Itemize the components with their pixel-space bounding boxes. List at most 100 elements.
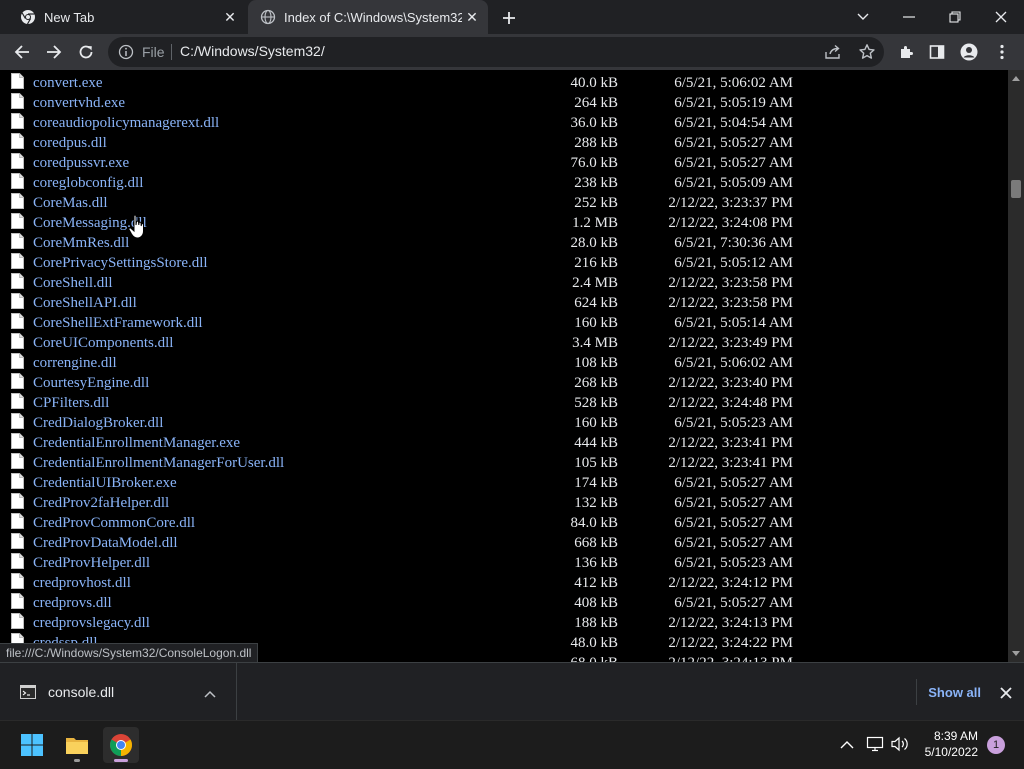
scrollbar-thumb[interactable] xyxy=(1011,180,1021,198)
file-explorer-icon[interactable] xyxy=(59,727,95,763)
show-all-downloads-button[interactable]: Show all xyxy=(916,679,981,705)
tab-index-system32[interactable]: Index of C:\Windows\System32\ ✕ xyxy=(248,0,488,34)
active-indicator xyxy=(114,759,128,762)
file-date-modified: 6/5/21, 7:30:36 AM xyxy=(674,235,793,251)
file-date-modified: 6/5/21, 5:05:14 AM xyxy=(674,315,793,331)
file-link[interactable]: CredProvDataModel.dll xyxy=(33,535,178,552)
notification-badge[interactable]: 1 xyxy=(987,736,1005,754)
file-link[interactable]: CredentialUIBroker.exe xyxy=(33,475,177,492)
file-date-modified: 6/5/21, 5:05:19 AM xyxy=(674,95,793,111)
new-tab-button[interactable] xyxy=(498,7,520,29)
file-link[interactable]: CredProvCommonCore.dll xyxy=(33,515,195,532)
file-link[interactable]: CPFilters.dll xyxy=(33,395,109,412)
file-link[interactable]: CoreMas.dll xyxy=(33,195,108,212)
file-link[interactable]: CoreUIComponents.dll xyxy=(33,335,173,352)
info-icon[interactable] xyxy=(118,44,134,60)
file-icon xyxy=(11,373,24,389)
file-link[interactable]: CredDialogBroker.dll xyxy=(33,415,163,432)
file-row: CPFilters.dll 528 kB 2/12/22, 3:24:48 PM xyxy=(0,393,1008,413)
file-link[interactable]: coredpussvr.exe xyxy=(33,155,129,172)
address-bar[interactable]: File C:/Windows/System32/ xyxy=(108,37,884,67)
file-link[interactable]: CredProv2faHelper.dll xyxy=(33,495,169,512)
url-text[interactable]: C:/Windows/System32/ xyxy=(180,43,325,59)
share-icon[interactable] xyxy=(824,44,842,65)
file-date-modified: 2/12/22, 3:23:58 PM xyxy=(668,275,793,291)
file-link[interactable]: coreaudiopolicymanagerext.dll xyxy=(33,115,219,132)
file-size: 76.0 kB xyxy=(570,155,618,171)
forward-button[interactable] xyxy=(40,38,68,66)
file-date-modified: 2/12/22, 3:24:22 PM xyxy=(668,635,793,651)
file-date-modified: 2/12/22, 3:24:12 PM xyxy=(668,575,793,591)
close-tab-icon[interactable]: ✕ xyxy=(462,7,482,27)
chevron-up-tray-icon[interactable] xyxy=(840,737,854,755)
file-link[interactable]: credprovslegacy.dll xyxy=(33,615,150,632)
file-link[interactable]: CorePrivacySettingsStore.dll xyxy=(33,255,208,272)
file-size: 136 kB xyxy=(574,555,618,571)
file-icon xyxy=(11,533,24,549)
file-link[interactable]: CourtesyEngine.dll xyxy=(33,375,149,392)
file-link[interactable]: CredentialEnrollmentManagerForUser.dll xyxy=(33,455,284,472)
volume-icon[interactable] xyxy=(891,736,909,757)
file-link[interactable]: coreglobconfig.dll xyxy=(33,175,143,192)
file-size: 528 kB xyxy=(574,395,618,411)
file-link[interactable]: CoreShell.dll xyxy=(33,275,113,292)
back-button[interactable] xyxy=(8,38,36,66)
file-link[interactable]: convert.exe xyxy=(33,75,103,92)
network-icon[interactable] xyxy=(866,736,884,757)
file-size: 444 kB xyxy=(574,435,618,451)
file-size: 3.4 MB xyxy=(572,335,618,351)
windows-start-icon[interactable] xyxy=(14,727,50,763)
file-link[interactable]: CredentialEnrollmentManager.exe xyxy=(33,435,240,452)
vertical-scrollbar[interactable] xyxy=(1008,70,1024,662)
file-date-modified: 6/5/21, 5:05:27 AM xyxy=(674,135,793,151)
file-date-modified: 6/5/21, 5:04:54 AM xyxy=(674,115,793,131)
file-row: CredProv2faHelper.dll 132 kB 6/5/21, 5:05:… xyxy=(0,493,1008,513)
file-link[interactable]: credprovhost.dll xyxy=(33,575,131,592)
file-link[interactable]: credprovs.dll xyxy=(33,595,112,612)
file-icon xyxy=(11,473,24,489)
file-link[interactable]: correngine.dll xyxy=(33,355,117,372)
file-link[interactable]: CoreMmRes.dll xyxy=(33,235,129,252)
file-size: 108 kB xyxy=(574,355,618,371)
tab-new-tab[interactable]: New Tab ✕ xyxy=(8,0,246,34)
chrome-taskbar-icon[interactable] xyxy=(103,727,139,763)
file-icon xyxy=(11,253,24,269)
file-date-modified: 2/12/22, 3:24:08 PM xyxy=(668,215,793,231)
file-row: CoreShellAPI.dll 624 kB 2/12/22, 3:23:58 P… xyxy=(0,293,1008,313)
file-link[interactable]: CredProvHelper.dll xyxy=(33,555,150,572)
download-item[interactable]: console.dll xyxy=(0,663,237,721)
scroll-down-arrow-icon[interactable] xyxy=(1008,648,1024,660)
menu-kebab-icon[interactable] xyxy=(988,38,1016,66)
tab-search-icon[interactable] xyxy=(840,0,886,34)
tab-strip: New Tab ✕ Index of C:\Windows\System32\ … xyxy=(0,0,1024,34)
file-icon xyxy=(11,93,24,109)
minimize-button[interactable] xyxy=(886,0,932,34)
file-row: CoreUIComponents.dll 3.4 MB 2/12/22, 3:23:… xyxy=(0,333,1008,353)
extensions-puzzle-icon[interactable] xyxy=(892,38,920,66)
file-size: 238 kB xyxy=(574,175,618,191)
file-link[interactable]: coredpus.dll xyxy=(33,135,107,152)
restore-button[interactable] xyxy=(932,0,978,34)
close-download-shelf-icon[interactable] xyxy=(996,683,1016,703)
scroll-up-arrow-icon[interactable] xyxy=(1008,72,1024,84)
profile-avatar-icon[interactable] xyxy=(955,38,983,66)
close-tab-icon[interactable]: ✕ xyxy=(220,7,240,27)
tab-title: Index of C:\Windows\System32\ xyxy=(284,9,462,25)
file-row: credprovhost.dll 412 kB 2/12/22, 3:24:12 P… xyxy=(0,573,1008,593)
file-size: 40.0 kB xyxy=(570,75,618,91)
file-icon xyxy=(11,73,24,89)
file-link[interactable]: CoreShellAPI.dll xyxy=(33,295,137,312)
file-link[interactable]: convertvhd.exe xyxy=(33,95,125,112)
chevron-up-icon[interactable] xyxy=(204,685,216,703)
tab-title: New Tab xyxy=(44,9,95,25)
reload-button[interactable] xyxy=(72,38,100,66)
system-clock[interactable]: 8:39 AM 5/10/2022 xyxy=(916,728,978,760)
file-date-modified: 2/12/22, 3:23:41 PM xyxy=(668,435,793,451)
file-row: convert.exe 40.0 kB 6/5/21, 5:06:02 AM xyxy=(0,73,1008,93)
file-date-modified: 6/5/21, 5:05:12 AM xyxy=(674,255,793,271)
close-window-button[interactable] xyxy=(978,0,1024,34)
file-link[interactable]: CoreShellExtFramework.dll xyxy=(33,315,203,332)
file-date-modified: 2/12/22, 3:23:58 PM xyxy=(668,295,793,311)
side-panel-icon[interactable] xyxy=(923,38,951,66)
bookmark-star-icon[interactable] xyxy=(858,43,876,66)
